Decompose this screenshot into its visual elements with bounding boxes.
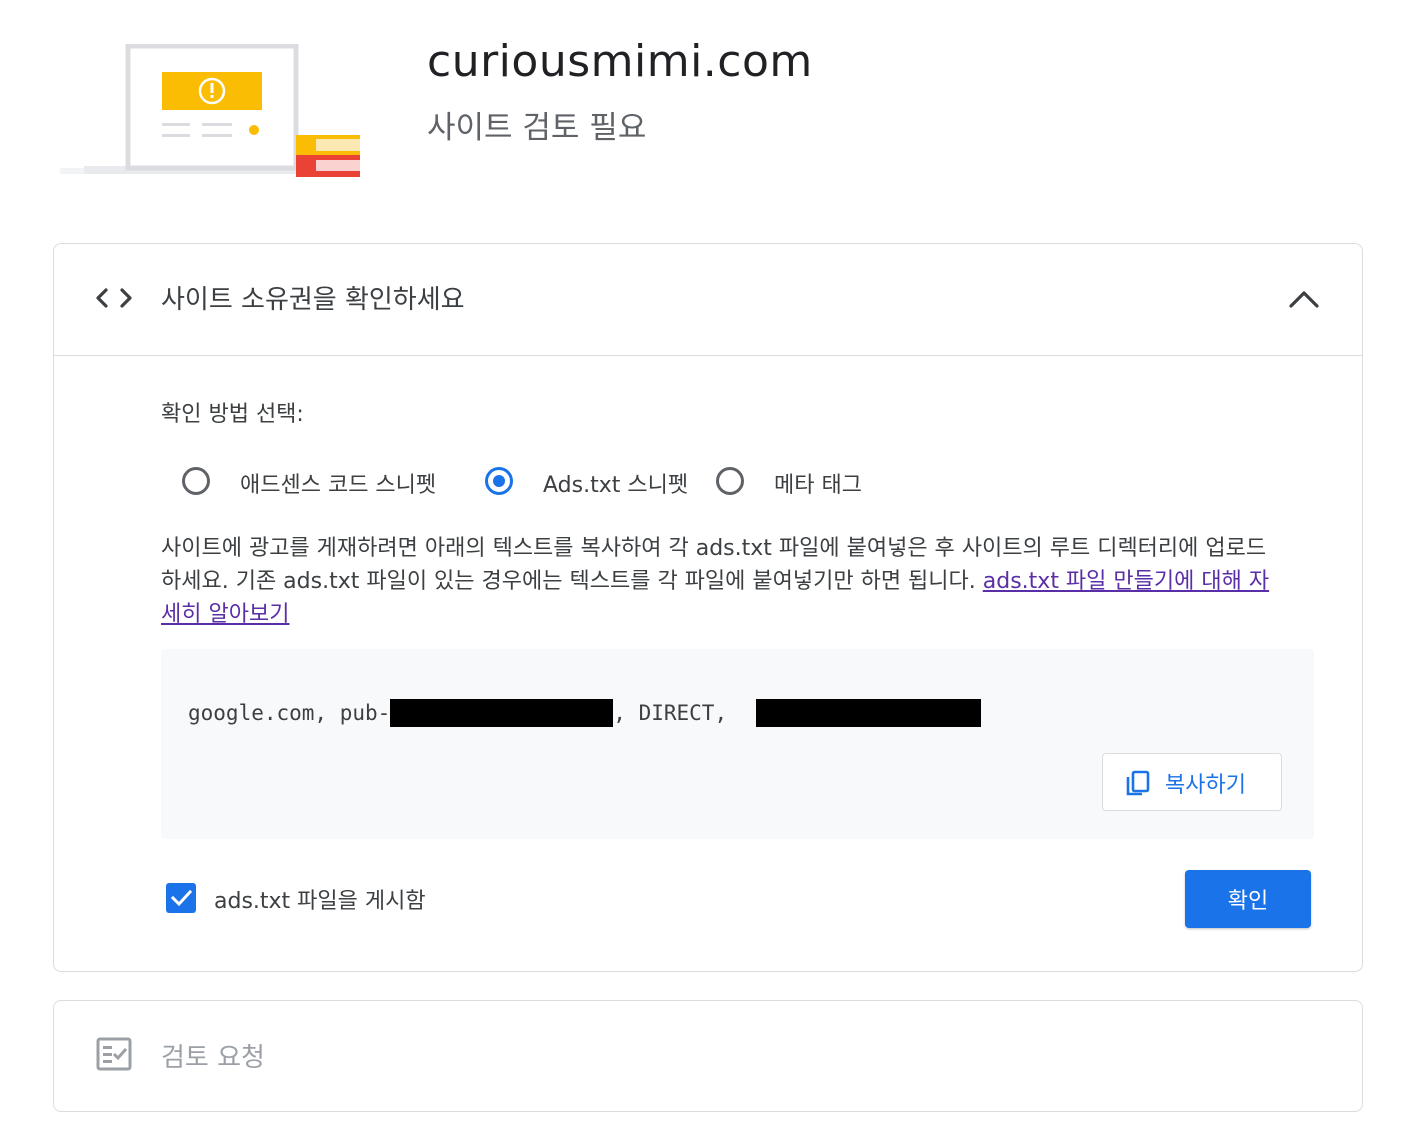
- confirm-button[interactable]: 확인: [1185, 870, 1311, 928]
- copy-button-label: 복사하기: [1165, 773, 1246, 798]
- snippet-prefix: google.com, pub-: [188, 701, 391, 725]
- checklist-icon: [96, 1037, 132, 1071]
- chevron-up-icon[interactable]: [1286, 284, 1322, 312]
- ads-txt-snippet-line: google.com, pub- , DIRECT,: [188, 699, 981, 729]
- ownership-card-title: 사이트 소유권을 확인하세요: [161, 285, 465, 315]
- checkbox-label[interactable]: ads.txt 파일을 게시함: [214, 883, 426, 915]
- ownership-card-header[interactable]: 사이트 소유권을 확인하세요: [54, 244, 1362, 356]
- copy-icon: [1126, 770, 1150, 796]
- radio-label: 메타 태그: [774, 473, 862, 498]
- review-request-card[interactable]: 검토 요청: [53, 1000, 1363, 1112]
- code-icon: [96, 288, 132, 308]
- ownership-verification-card: 사이트 소유권을 확인하세요 확인 방법 선택: 애드센스 코드 스니펫 Ads…: [53, 243, 1363, 972]
- site-status: 사이트 검토 필요: [427, 110, 647, 146]
- review-card-title: 검토 요청: [161, 1043, 265, 1073]
- ads-txt-instructions: 사이트에 광고를 게재하려면 아래의 텍스트를 복사하여 각 ads.txt 파…: [161, 532, 1286, 631]
- copy-button[interactable]: 복사하기: [1102, 753, 1282, 811]
- radio-button[interactable]: [182, 467, 210, 495]
- radio-label: 애드센스 코드 스니펫: [240, 473, 437, 498]
- radio-button-selected[interactable]: [485, 467, 513, 495]
- verification-method-radio-group: 애드센스 코드 스니펫 Ads.txt 스니펫 메타 태그: [182, 464, 942, 504]
- redacted-publisher-id: [390, 699, 614, 727]
- confirm-button-label: 확인: [1227, 889, 1269, 914]
- site-name: curiousmimi.com: [427, 36, 813, 87]
- adsense-site-page: curiousmimi.com 사이트 검토 필요 사이트 소유권을 확인하세요…: [0, 0, 1412, 1125]
- radio-label: Ads.txt 스니펫: [543, 473, 689, 498]
- checkmark-icon: [170, 889, 193, 907]
- radio-button[interactable]: [716, 467, 744, 495]
- snippet-middle: , DIRECT,: [613, 701, 740, 725]
- ads-txt-published-checkbox[interactable]: [166, 883, 196, 913]
- redacted-certification-id: [755, 699, 981, 727]
- warning-laptop-illustration: [60, 44, 360, 177]
- method-label: 확인 방법 선택:: [161, 402, 304, 427]
- ads-txt-snippet-box: google.com, pub- , DIRECT, 복사하기: [161, 649, 1314, 839]
